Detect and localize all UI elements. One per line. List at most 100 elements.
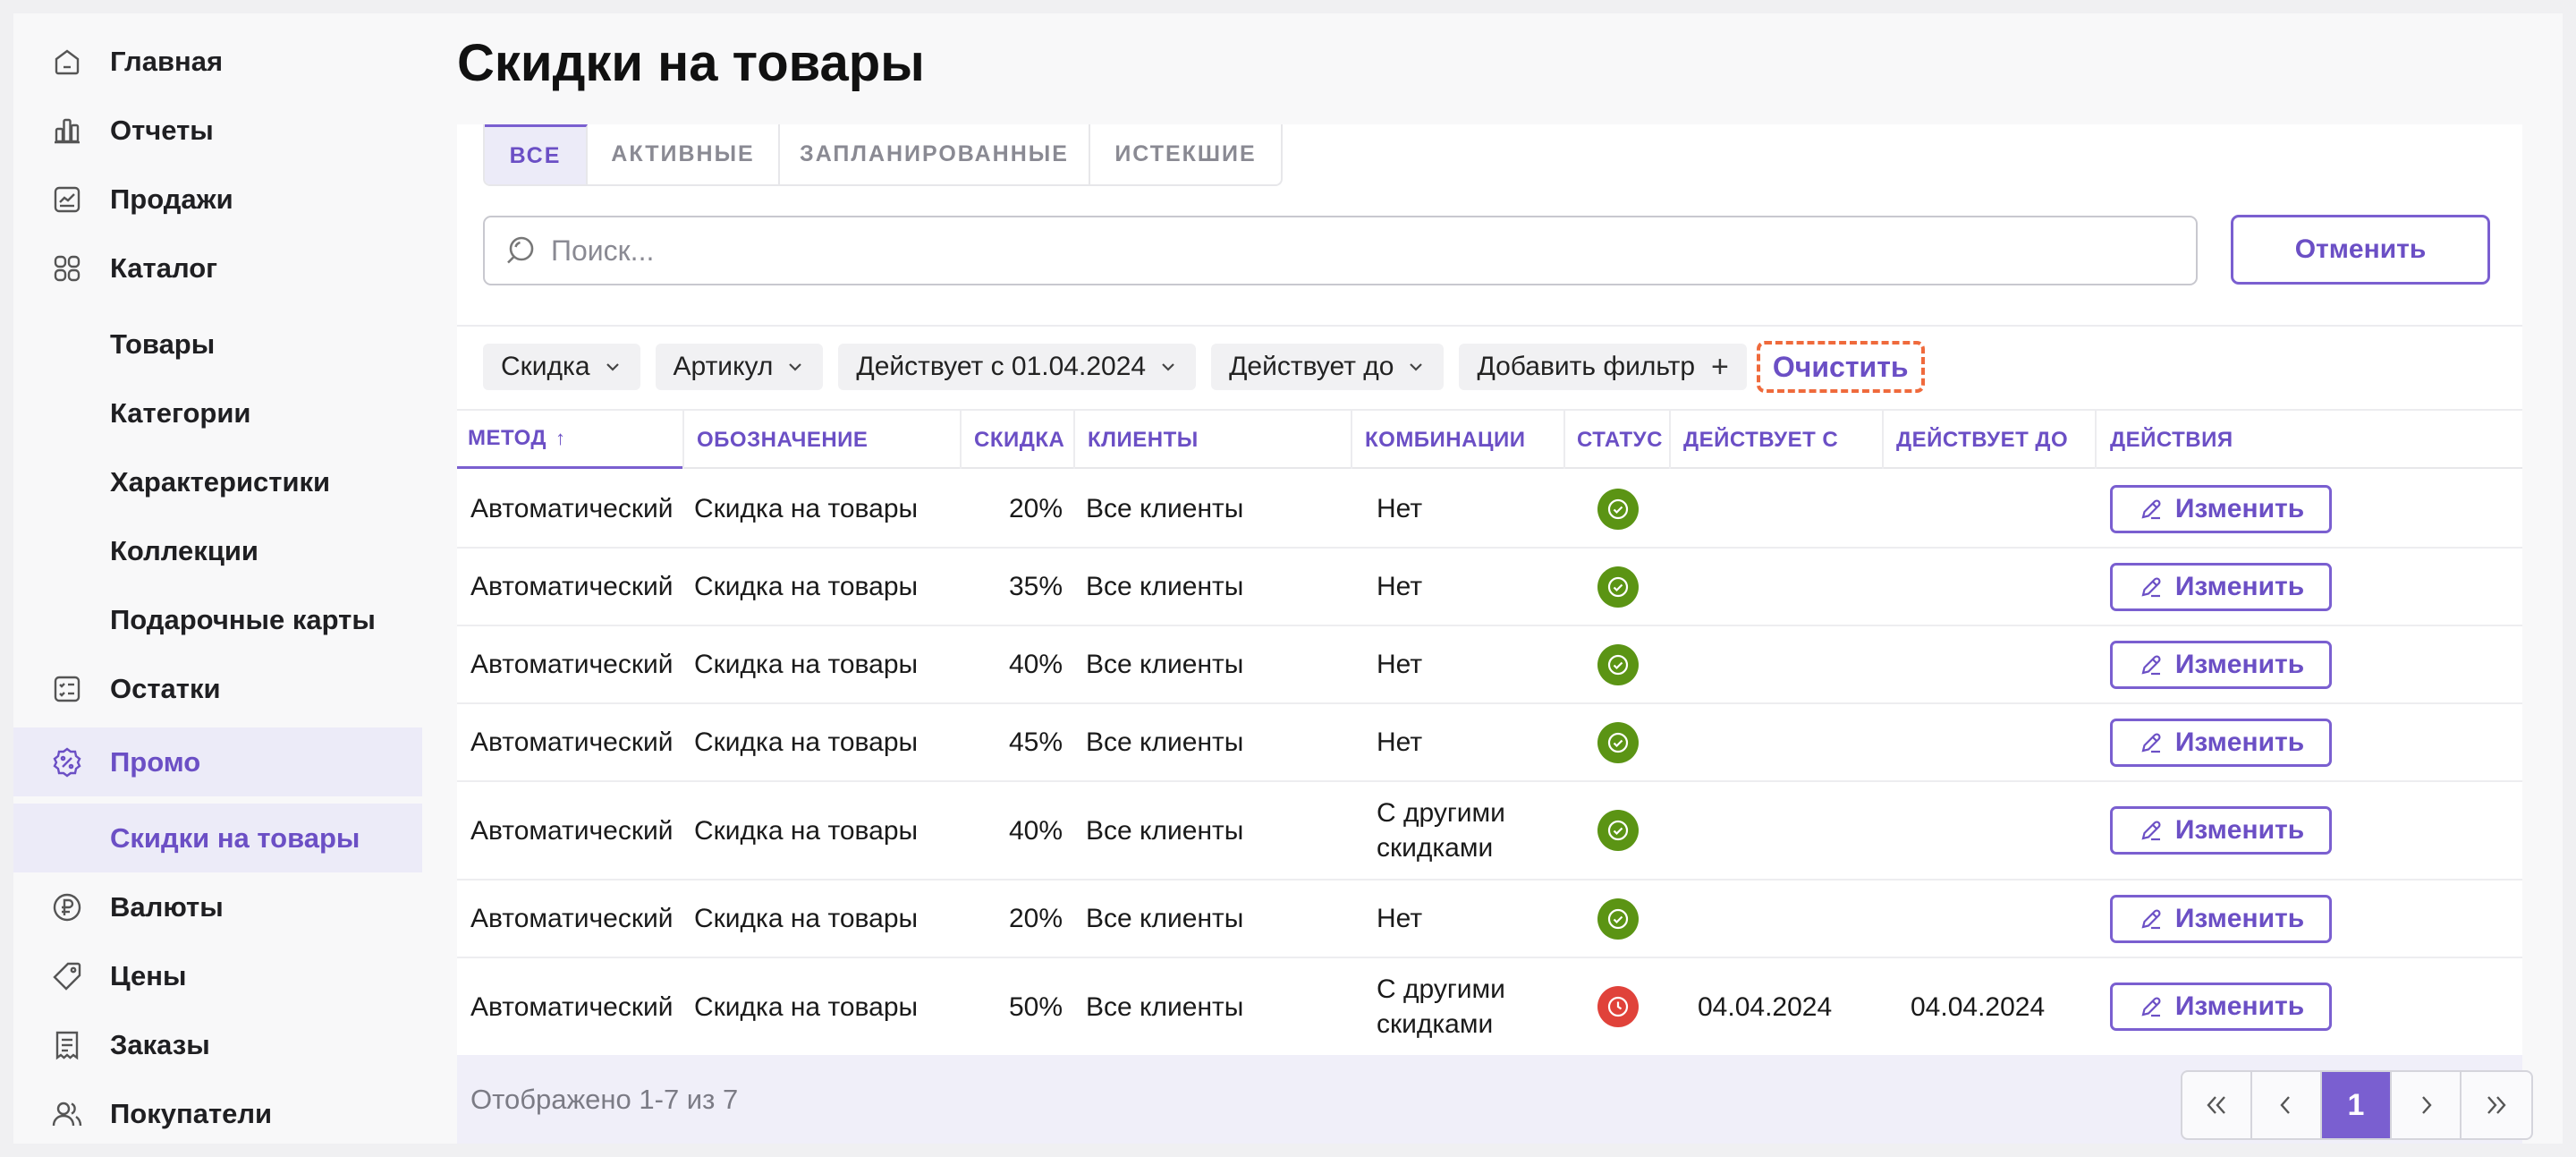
grid-icon: [49, 251, 85, 286]
sidebar-item-promo[interactable]: Промо: [13, 727, 422, 796]
cell-method: Автоматический: [470, 494, 674, 523]
filter-chip-discount[interactable]: Скидка: [483, 344, 640, 390]
cell-to: [1884, 626, 2097, 702]
cell-status: [1565, 704, 1671, 780]
filter-chip-valid-to[interactable]: Действует до: [1211, 344, 1445, 390]
sidebar-item-product-discounts[interactable]: Скидки на товары: [13, 804, 422, 872]
cell-status: [1565, 881, 1671, 957]
filter-chip-valid-from[interactable]: Действует с 01.04.2024: [838, 344, 1197, 390]
status-expired-clock-icon: [1597, 986, 1639, 1027]
sidebar-item-currencies[interactable]: Валюты: [13, 872, 422, 941]
sidebar-item-home[interactable]: Главная: [13, 27, 422, 96]
sidebar-item-label: Цены: [110, 959, 187, 991]
status-active-check-icon: [1597, 810, 1639, 851]
column-header-label: СКИДКА: [974, 427, 1065, 452]
filter-chip-label: Действует с 01.04.2024: [856, 352, 1147, 381]
tab-scheduled[interactable]: ЗАПЛАНИРОВАННЫЕ: [780, 124, 1090, 184]
table-row: Автоматический Скидка на товары 40% Все кли…: [457, 782, 2522, 881]
sidebar-item-label: Подарочные карты: [110, 603, 376, 635]
cell-name: Скидка на товары: [694, 572, 919, 601]
plus-icon: +: [1711, 349, 1729, 384]
combinations-text: С другими скидками: [1377, 795, 1505, 865]
page-title: Скидки на товары: [457, 34, 925, 92]
edit-button[interactable]: Изменить: [2110, 484, 2332, 533]
sidebar: Главная Отчеты Продажи Каталог Товары Ка…: [13, 13, 422, 1144]
price-tag-icon: [49, 958, 85, 994]
cell-to: [1884, 471, 2097, 547]
search-input[interactable]: [551, 234, 2161, 268]
combinations-line: Нет: [1377, 727, 1423, 757]
last-page-button[interactable]: [2462, 1072, 2531, 1138]
pencil-icon: [2141, 498, 2161, 519]
first-page-button[interactable]: [2182, 1072, 2252, 1138]
edit-button-label: Изменить: [2174, 649, 2305, 679]
cell-discount: 45%: [1008, 727, 1063, 757]
sidebar-item-sales[interactable]: Продажи: [13, 165, 422, 234]
sidebar-item-customers[interactable]: Покупатели: [13, 1079, 422, 1144]
sort-ascending-icon: ↑: [555, 427, 566, 449]
cancel-button[interactable]: Отменить: [2231, 215, 2490, 285]
next-page-button[interactable]: [2392, 1072, 2462, 1138]
status-active-check-icon: [1597, 721, 1639, 763]
column-header-discount[interactable]: СКИДКА: [962, 411, 1075, 469]
sidebar-item-prices[interactable]: Цены: [13, 941, 422, 1010]
cell-to: [1884, 782, 2097, 879]
sidebar-item-orders[interactable]: Заказы: [13, 1010, 422, 1079]
page-button-current[interactable]: 1: [2322, 1072, 2392, 1138]
edit-button-label: Изменить: [2174, 991, 2305, 1021]
table-row: Автоматический Скидка на товары 20% Все кли…: [457, 881, 2522, 958]
previous-page-button[interactable]: [2252, 1072, 2322, 1138]
search-icon: [503, 233, 538, 268]
sidebar-item-attributes[interactable]: Характеристики: [13, 447, 422, 516]
add-filter-button[interactable]: Добавить фильтр +: [1459, 344, 1747, 390]
sidebar-item-categories[interactable]: Категории: [13, 379, 422, 447]
column-header-valid-from[interactable]: ДЕЙСТВУЕТ С: [1671, 411, 1884, 469]
table-footer: Отображено 1-7 из 7 1: [457, 1055, 2533, 1144]
edit-button[interactable]: Изменить: [2110, 806, 2332, 855]
edit-button[interactable]: Изменить: [2110, 640, 2332, 689]
cell-discount: 40%: [1008, 815, 1063, 846]
clear-filters-button[interactable]: Очистить: [1756, 341, 1925, 393]
cell-actions: Изменить: [2097, 958, 2522, 1055]
cell-name: Скидка на товары: [694, 727, 919, 757]
filter-chip-sku[interactable]: Артикул: [655, 344, 824, 390]
table-row: Автоматический Скидка на товары 40% Все кли…: [457, 626, 2522, 704]
cell-to: 04.04.2024: [1911, 991, 2046, 1022]
pagination-summary: Отображено 1-7 из 7: [470, 1084, 739, 1115]
edit-button[interactable]: Изменить: [2110, 562, 2332, 611]
sidebar-item-collections[interactable]: Коллекции: [13, 516, 422, 585]
combinations-line: Нет: [1377, 650, 1423, 679]
tab-expired[interactable]: ИСТЕКШИЕ: [1090, 124, 1281, 184]
sidebar-item-reports[interactable]: Отчеты: [13, 96, 422, 165]
sidebar-item-products[interactable]: Товары: [13, 310, 422, 379]
checklist-icon: [49, 671, 85, 707]
sidebar-item-label: Покупатели: [110, 1097, 273, 1129]
column-header-combinations[interactable]: КОМБИНАЦИИ: [1352, 411, 1565, 469]
sidebar-item-stock[interactable]: Остатки: [13, 654, 422, 723]
tab-all[interactable]: ВСЕ: [485, 124, 588, 184]
pencil-icon: [2141, 908, 2161, 929]
column-header-valid-to[interactable]: ДЕЙСТВУЕТ ДО: [1884, 411, 2097, 469]
cell-from: [1671, 881, 1884, 957]
edit-button[interactable]: Изменить: [2110, 894, 2332, 943]
sidebar-item-gift-cards[interactable]: Подарочные карты: [13, 585, 422, 654]
column-header-label: КОМБИНАЦИИ: [1365, 427, 1526, 452]
edit-button[interactable]: Изменить: [2110, 983, 2332, 1031]
tab-active[interactable]: АКТИВНЫЕ: [588, 124, 780, 184]
filter-bar: Скидка Артикул Действует с 01.04.2024 Де…: [483, 341, 1925, 393]
column-header-method[interactable]: МЕТОД ↑: [457, 411, 684, 469]
column-header-status[interactable]: СТАТУС: [1565, 411, 1671, 469]
column-header-name[interactable]: ОБОЗНАЧЕНИЕ: [684, 411, 962, 469]
cell-discount: 20%: [1008, 904, 1063, 933]
cell-discount: 50%: [1008, 991, 1063, 1022]
chevron-right-icon: [2422, 1096, 2432, 1114]
cell-method: Автоматический: [470, 904, 674, 933]
cell-combinations: С другими скидками: [1352, 782, 1565, 879]
chevron-down-icon: [606, 363, 619, 371]
sidebar-item-catalog[interactable]: Каталог: [13, 234, 422, 302]
receipt-icon: [49, 1027, 85, 1063]
edit-button[interactable]: Изменить: [2110, 718, 2332, 767]
column-header-clients[interactable]: КЛИЕНТЫ: [1075, 411, 1352, 469]
column-header-label: СТАТУС: [1577, 427, 1663, 452]
table-row: Автоматический Скидка на товары 35% Все кли…: [457, 549, 2522, 626]
